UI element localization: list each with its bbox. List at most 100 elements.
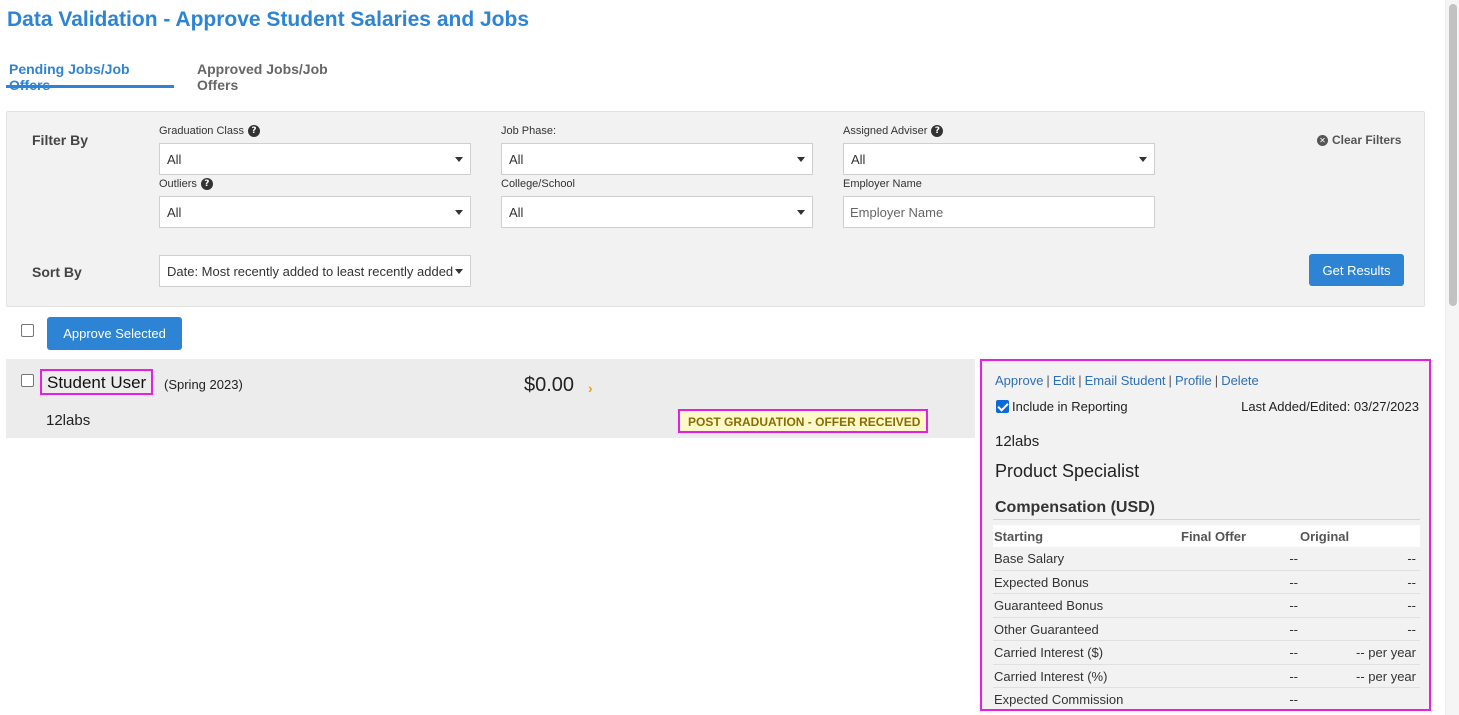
final-offer-value: -- xyxy=(1289,668,1298,684)
result-row[interactable]: Student User (Spring 2023) 12labs $0.00 … xyxy=(6,359,975,438)
sort-by-select[interactable]: Date: Most recently added to least recen… xyxy=(159,255,471,287)
original-value: -- xyxy=(1407,574,1416,590)
outliers-label: Outliers ? xyxy=(159,178,213,190)
job-phase-select[interactable]: All xyxy=(501,143,813,175)
last-edited-date: Last Added/Edited: 03/27/2023 xyxy=(1241,399,1419,414)
tab-approved-jobs[interactable]: Approved Jobs/Job Offers xyxy=(194,58,374,93)
edit-link[interactable]: Edit xyxy=(1053,373,1075,388)
original-value: -- xyxy=(1407,598,1416,613)
row-label: Guaranteed Bonus xyxy=(994,598,1104,613)
caret-down-icon xyxy=(1139,157,1147,162)
table-row: Carried Interest (%) -- -- per year xyxy=(993,665,1420,688)
college-school-label: College/School xyxy=(501,178,575,190)
original-value: -- xyxy=(1407,551,1416,566)
row-label: Other Guaranteed xyxy=(994,621,1099,637)
employer-name-input[interactable] xyxy=(843,196,1155,228)
vertical-scrollbar[interactable] xyxy=(1445,0,1459,715)
row-label: Carried Interest (%) xyxy=(994,668,1108,684)
graduation-class-value: All xyxy=(167,152,182,167)
close-circle-icon: ✕ xyxy=(1317,134,1328,146)
action-links: Approve | Edit | Email Student | Profile | Delet… xyxy=(995,373,1259,388)
compensation-table-header: Starting Final Offer Original xyxy=(993,525,1420,547)
table-row: Base Salary -- -- xyxy=(993,547,1420,571)
caret-down-icon xyxy=(797,210,805,215)
job-phase-label: Job Phase: xyxy=(501,125,557,137)
graduation-class-label-text: Graduation Class xyxy=(159,125,244,137)
original-value: -- xyxy=(1407,621,1416,637)
row-label: Expected Commission xyxy=(994,692,1124,707)
caret-down-icon xyxy=(455,269,463,274)
job-title: Product Specialist xyxy=(995,461,1140,481)
chevron-right-icon[interactable]: › xyxy=(588,380,593,396)
assigned-adviser-value: All xyxy=(851,152,866,167)
table-row: Expected Bonus -- -- xyxy=(993,571,1420,594)
help-icon[interactable]: ? xyxy=(931,125,944,137)
column-header-starting: Starting xyxy=(994,529,1044,544)
delete-link[interactable]: Delete xyxy=(1221,373,1259,388)
filter-by-label: Filter By xyxy=(32,132,89,148)
caret-down-icon xyxy=(455,210,463,215)
job-phase-value: All xyxy=(509,152,524,167)
assigned-adviser-label: Assigned Adviser ? xyxy=(843,125,944,137)
row-label: Expected Bonus xyxy=(994,574,1089,590)
original-value: -- per year xyxy=(1356,668,1416,684)
assigned-adviser-label-text: Assigned Adviser xyxy=(843,125,928,137)
final-offer-value: -- xyxy=(1289,692,1298,707)
final-offer-value: -- xyxy=(1289,645,1298,660)
assigned-adviser-select[interactable]: All xyxy=(843,143,1155,175)
outliers-value: All xyxy=(167,205,182,220)
help-icon[interactable]: ? xyxy=(248,125,260,137)
sort-by-value: Date: Most recently added to least recen… xyxy=(167,264,454,279)
sort-by-label: Sort By xyxy=(32,264,82,280)
table-row: Expected Commission -- xyxy=(993,688,1420,709)
approve-link[interactable]: Approve xyxy=(995,373,1043,388)
final-offer-value: -- xyxy=(1289,551,1298,566)
clear-filters-label: Clear Filters xyxy=(1332,133,1402,147)
row-label: Base Salary xyxy=(994,551,1065,566)
column-header-original: Original xyxy=(1300,529,1350,544)
tab-bar: Pending Jobs/Job Offers Approved Jobs/Jo… xyxy=(6,58,1424,93)
graduation-class-label: Graduation Class ? xyxy=(159,125,260,137)
final-offer-value: -- xyxy=(1289,621,1298,637)
detail-employer: 12labs xyxy=(995,433,1040,450)
table-row: Guaranteed Bonus -- -- xyxy=(993,594,1420,618)
scrollbar-thumb[interactable] xyxy=(1449,4,1457,306)
include-in-reporting-label: Include in Reporting xyxy=(1012,399,1128,414)
graduation-class-select[interactable]: All xyxy=(159,143,471,175)
salary-amount: $0.00 xyxy=(524,374,575,396)
caret-down-icon xyxy=(797,157,805,162)
caret-down-icon xyxy=(455,157,463,162)
filter-panel: Filter By Graduation Class ? All Job Pha… xyxy=(6,111,1425,307)
email-student-link[interactable]: Email Student xyxy=(1085,373,1166,388)
table-row: Carried Interest ($) -- -- per year xyxy=(993,641,1420,665)
table-row: Other Guaranteed -- -- xyxy=(993,618,1420,641)
detail-panel: Approve | Edit | Email Student | Profile | Delet… xyxy=(980,359,1431,711)
approve-selected-button[interactable]: Approve Selected xyxy=(47,317,182,350)
original-value: -- per year xyxy=(1356,645,1416,660)
final-offer-value: -- xyxy=(1289,574,1298,590)
profile-link[interactable]: Profile xyxy=(1175,373,1212,388)
divider xyxy=(993,519,1420,520)
tab-pending-jobs[interactable]: Pending Jobs/Job Offers xyxy=(6,58,174,93)
row-label: Carried Interest ($) xyxy=(994,645,1104,660)
column-header-final-offer: Final Offer xyxy=(1181,529,1247,544)
outliers-label-text: Outliers xyxy=(159,178,197,190)
college-school-select[interactable]: All xyxy=(501,196,813,228)
help-icon[interactable]: ? xyxy=(200,178,213,190)
row-select-checkbox[interactable] xyxy=(21,374,34,387)
compensation-heading: Compensation (USD) xyxy=(995,499,1155,516)
outliers-select[interactable]: All xyxy=(159,196,471,228)
employer-name-label: Employer Name xyxy=(843,178,922,190)
status-badge: POST GRADUATION - OFFER RECEIVED xyxy=(678,409,929,433)
clear-filters-button[interactable]: ✕ Clear Filters xyxy=(1317,133,1401,147)
student-class-year: (Spring 2023) xyxy=(164,377,243,392)
student-name[interactable]: Student User xyxy=(40,369,154,395)
compensation-table: Starting Final Offer Original Base Salar… xyxy=(993,525,1420,709)
page-title: Data Validation - Approve Student Salari… xyxy=(7,8,530,31)
employer-name: 12labs xyxy=(46,412,91,429)
get-results-button[interactable]: Get Results xyxy=(1309,254,1404,286)
final-offer-value: -- xyxy=(1289,598,1298,613)
college-school-value: All xyxy=(509,205,524,220)
include-in-reporting-checkbox[interactable] xyxy=(996,400,1009,413)
select-all-checkbox[interactable] xyxy=(21,324,34,337)
